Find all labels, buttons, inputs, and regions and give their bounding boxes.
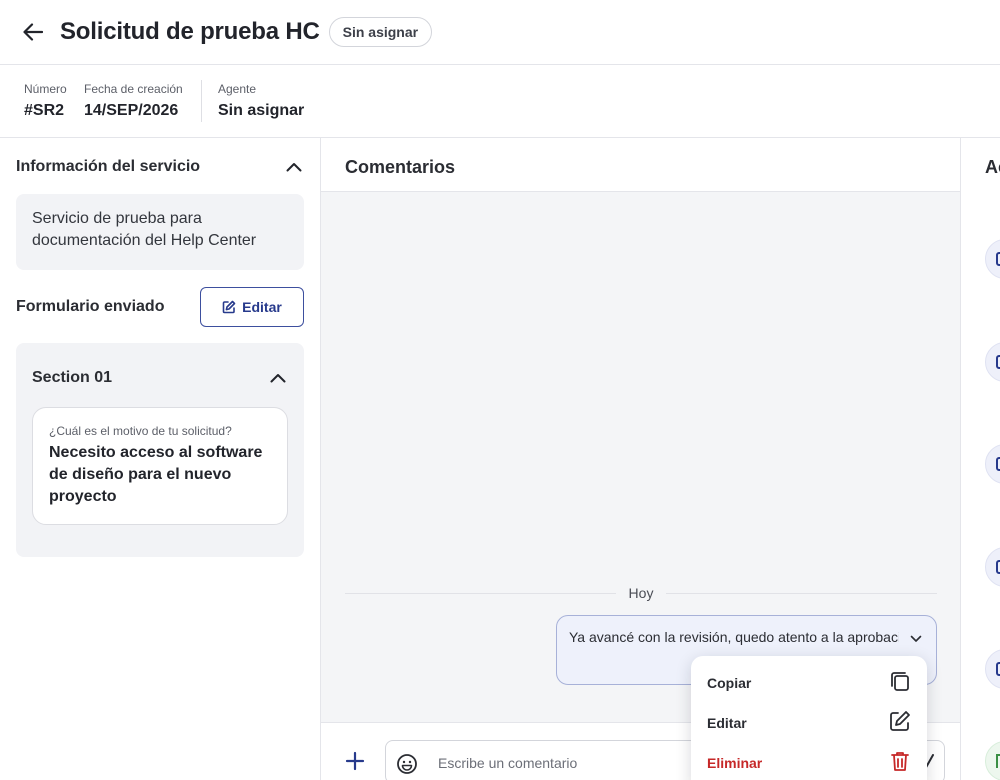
form-section-card: Section 01 ¿Cuál es el motivo de tu soli… [16,343,304,557]
agent-value: Sin asignar [218,102,305,119]
menu-edit-label: Editar [707,715,747,731]
activity-icon [985,239,1000,279]
section-title: Section 01 [32,369,113,386]
status-badge: Sin asignar [328,17,433,47]
service-description: Servicio de prueba para documentación de… [16,194,304,270]
comments-title: Comentarios [345,157,456,177]
activity-icon [985,342,1000,382]
number-label: Número [24,82,67,96]
form-answer: Necesito acceso al software de diseño pa… [49,444,263,505]
comments-header: Comentarios [321,138,960,192]
activity-icon [985,741,1000,780]
service-info-header[interactable]: Información del servicio [16,157,304,177]
emoji-icon[interactable] [396,753,418,775]
agent-label: Agente [218,82,257,96]
activity-icon [985,444,1000,484]
comment-text: Ya avancé con la revisión, quedo atento … [569,629,899,645]
menu-copy-label: Copiar [707,675,752,691]
date-label: Fecha de creación [84,82,183,96]
divider [666,592,937,594]
edit-icon [222,300,236,314]
comment-context-menu: Copiar Editar Eliminar [691,656,927,780]
form-question: ¿Cuál es el motivo de tu solicitud? [49,424,232,438]
request-meta: Número #SR2 Fecha de creación 14/SEP/202… [0,65,1000,138]
service-info-title: Información del servicio [16,158,201,175]
section-header[interactable]: Section 01 [32,368,288,388]
trash-icon [889,750,911,777]
menu-item-delete[interactable]: Eliminar [691,743,927,780]
page-title: Solicitud de prueba HC [60,18,320,45]
meta-divider [201,80,202,122]
submitted-form-row: Formulario enviado Editar [16,287,304,327]
number-value: #SR2 [24,102,65,119]
chevron-up-icon[interactable] [268,368,288,388]
menu-item-edit[interactable]: Editar [691,703,927,743]
activity-panel: Actividad [961,138,1000,780]
edit-form-label: Editar [242,299,282,315]
form-answer-card: ¿Cuál es el motivo de tu solicitud? Nece… [32,407,288,525]
chevron-up-icon[interactable] [284,157,304,177]
activity-icon [985,547,1000,587]
copy-icon [889,670,911,697]
activity-title: Actividad [985,157,1000,177]
divider [345,592,616,594]
day-label: Hoy [628,585,654,601]
submitted-form-title: Formulario enviado [16,298,165,315]
day-separator: Hoy [345,585,937,601]
edit-icon [889,710,911,737]
date-value: 14/SEP/2026 [84,102,179,119]
plus-icon[interactable] [345,751,369,775]
edit-form-button[interactable]: Editar [200,287,304,327]
activity-icon [985,649,1000,689]
meta-number: Número #SR2 [24,82,67,120]
chevron-down-icon[interactable] [910,630,924,644]
meta-agent: Agente Sin asignar [218,82,304,120]
back-arrow-icon[interactable] [20,19,46,45]
meta-date: Fecha de creación 14/SEP/2026 [84,82,183,120]
service-panel: Información del servicio Servicio de pru… [0,138,320,780]
menu-item-copy[interactable]: Copiar [691,663,927,703]
menu-delete-label: Eliminar [707,755,763,771]
page-header: Solicitud de prueba HC Sin asignar [0,0,1000,65]
